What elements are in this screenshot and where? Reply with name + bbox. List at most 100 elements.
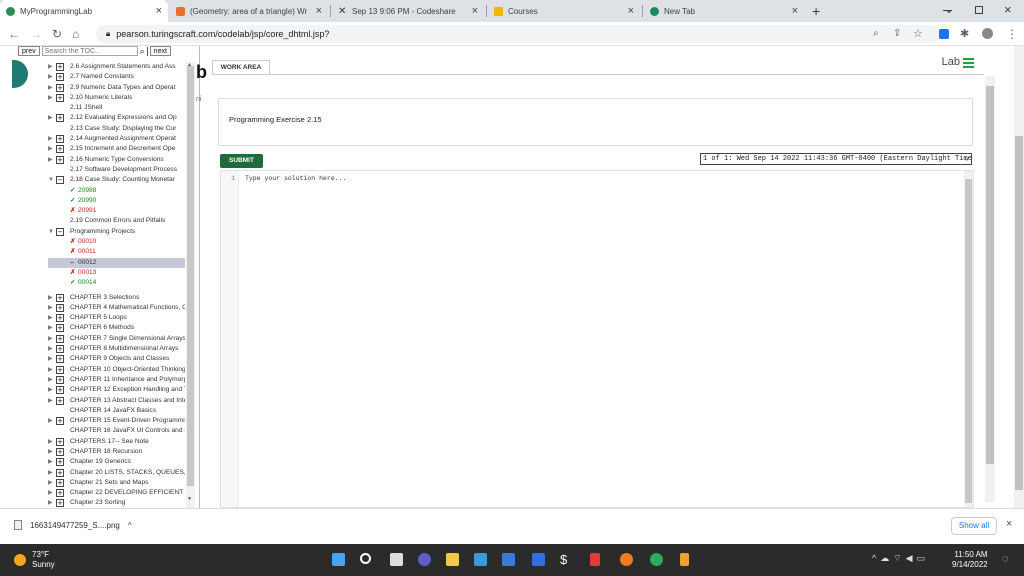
toc-item[interactable]: ▶ +2.16 Numeric Type Conversions [48, 155, 185, 165]
expand-arrow-icon[interactable]: ▶ [48, 113, 53, 123]
mail-icon[interactable] [502, 553, 515, 566]
expand-box-icon[interactable]: + [56, 437, 64, 446]
expand-arrow-icon[interactable]: ▶ [48, 344, 53, 354]
expand-box-icon[interactable]: + [56, 478, 64, 487]
expand-box-icon[interactable]: + [56, 375, 64, 384]
expand-arrow-icon[interactable]: ▶ [48, 323, 53, 333]
menu-dots-icon[interactable]: ⋮ [1006, 26, 1018, 42]
reload-icon[interactable]: ↻ [52, 26, 62, 42]
tab-codeshare[interactable]: ✕ Sep 13 9:06 PM - Codeshare × [332, 0, 484, 22]
toc-chapter[interactable]: ▶ + CHAPTER 15 Event-Driven Programming [48, 416, 185, 426]
toc-exercise[interactable]: ✗ 20991 [48, 206, 185, 216]
expand-box-icon[interactable]: + [56, 155, 64, 164]
share-icon[interactable]: ⇪ [893, 26, 901, 42]
expand-box-icon[interactable]: + [56, 293, 64, 302]
expand-box-icon[interactable]: + [56, 114, 64, 123]
toc-chapter[interactable]: ▶ + CHAPTER 9 Objects and Classes [48, 354, 185, 364]
expand-arrow-icon[interactable]: ▶ [48, 303, 53, 313]
expand-arrow-icon[interactable]: ▶ [48, 488, 53, 498]
toc-item[interactable]: ▶ +2.9 Numeric Data Types and Operat [48, 83, 185, 93]
zoom-icon[interactable]: ⌕ [873, 26, 879, 42]
forward-icon[interactable]: → [30, 26, 42, 42]
extension-icon[interactable] [939, 29, 949, 39]
toc-exercise[interactable]: ✓ 20990 [48, 196, 185, 206]
puzzle-icon[interactable]: ✱ [960, 26, 969, 42]
toc-exercise[interactable]: ✗ 00011 [48, 247, 185, 257]
start-icon[interactable] [332, 553, 345, 566]
close-tab-icon[interactable]: × [628, 5, 634, 17]
toc-chapter[interactable]: ▶ + CHAPTER 8 Multidimensional Arrays [48, 344, 185, 354]
tab-work-area[interactable]: WORK AREA [212, 60, 270, 74]
weather-widget[interactable]: 73°F Sunny [14, 550, 55, 570]
toc-chapter[interactable]: ▶ + Chapter 21 Sets and Maps [48, 478, 185, 488]
toc-search-input[interactable] [41, 46, 138, 56]
toc-chapter[interactable]: ▶ + CHAPTER 3 Selections [48, 293, 185, 303]
teams-icon[interactable] [418, 553, 431, 566]
minimize-glyph-icon[interactable] [943, 10, 952, 11]
scroll-up-icon[interactable]: ▲ [187, 62, 192, 68]
expand-box-icon[interactable]: + [56, 458, 64, 467]
expand-box-icon[interactable]: + [56, 314, 64, 323]
next-button[interactable]: next [149, 46, 171, 56]
editor-scrollbar-thumb[interactable] [965, 179, 972, 503]
expand-box-icon[interactable]: + [56, 324, 64, 333]
toc-item[interactable]: 2.13 Case Study: Displaying the Cur [48, 124, 185, 134]
toc-chapter[interactable]: ▶ + Chapter 20 LISTS, STACKS, QUEUES, A [48, 468, 185, 478]
toc-chapter[interactable]: ▶ + CHAPTER 6 Methods [48, 323, 185, 333]
close-tab-icon[interactable]: × [472, 5, 478, 17]
expand-box-icon[interactable]: + [56, 396, 64, 405]
hamburger-menu-icon[interactable] [963, 58, 974, 68]
toc-item[interactable]: ▶ +2.10 Numeric Literals [48, 93, 185, 103]
frame-scrollbar-thumb[interactable] [986, 86, 994, 464]
profile-avatar[interactable] [982, 28, 993, 39]
expand-box-icon[interactable]: + [56, 63, 64, 71]
close-tab-icon[interactable]: × [156, 5, 162, 17]
expand-arrow-icon[interactable]: ▶ [48, 134, 53, 144]
show-all-button[interactable]: Show all [951, 517, 997, 535]
toc-chapter[interactable]: ▶ + Chapter 22 DEVELOPING EFFICIENT A [48, 488, 185, 498]
address-bar[interactable]: 🔒︎ pearson.turingscraft.com/codelab/jsp/… [96, 25, 941, 43]
tab-search-icon[interactable]: ⌄ [944, 2, 954, 16]
expand-arrow-icon[interactable]: ▶ [48, 83, 53, 93]
code-editor[interactable]: 1 Type your solution here... [220, 170, 974, 508]
lock-icon[interactable]: 🔒︎ [106, 29, 110, 39]
toc-chapter[interactable]: ▶ + Chapter 19 Generics [48, 457, 185, 467]
chrome-icon[interactable] [650, 553, 663, 566]
expand-box-icon[interactable]: + [56, 468, 64, 477]
tab-courses[interactable]: Courses × [488, 0, 640, 22]
toc-exercise[interactable]: –00012 [48, 257, 185, 268]
toc-item[interactable]: ▶ +2.14 Augmented Assignment Operat [48, 134, 185, 144]
expand-arrow-icon[interactable]: ▶ [48, 416, 53, 426]
expand-arrow-icon[interactable]: ▶ [48, 365, 53, 375]
download-item[interactable]: 1663149477259_S....png ^ [14, 520, 132, 530]
toc-item[interactable]: CHAPTER 14 JavaFX Basics [48, 406, 185, 416]
maximize-icon[interactable] [975, 6, 983, 14]
notifications-icon[interactable]: ◌ [1002, 553, 1009, 565]
expand-arrow-icon[interactable]: ▶ [48, 62, 53, 72]
toc-chapter[interactable]: ▶ + CHAPTER 13 Abstract Classes and Inter [48, 396, 185, 406]
toc-item[interactable]: ▶ +2.15 Increment and Decrement Ope [48, 144, 185, 154]
expand-box-icon[interactable]: + [56, 135, 64, 144]
submit-button[interactable]: SUBMIT [220, 154, 263, 168]
search-icon[interactable] [360, 553, 371, 564]
expand-box-icon[interactable]: + [56, 365, 64, 374]
expand-arrow-icon[interactable]: ▶ [48, 478, 53, 488]
expand-box-icon[interactable]: + [56, 83, 64, 92]
toc-chapter[interactable]: ▶ + CHAPTERS 17-- See Note [48, 437, 185, 447]
toc-chapter[interactable]: ▶ + CHAPTER 10 Object-Oriented Thinking [48, 365, 185, 375]
expand-box-icon[interactable]: + [56, 355, 64, 364]
expand-arrow-icon[interactable]: ▶ [48, 457, 53, 467]
version-select[interactable]: 1 of 1: Wed Sep 14 2022 11:43:36 GMT-040… [700, 153, 972, 165]
app-icon[interactable] [680, 553, 689, 566]
scroll-down-icon[interactable]: ▼ [187, 496, 192, 502]
expand-box-icon[interactable]: + [56, 93, 64, 102]
chevron-up-icon[interactable]: ^ [128, 521, 132, 530]
expand-arrow-icon[interactable]: ▶ [48, 293, 53, 303]
expand-box-icon[interactable]: + [56, 73, 64, 82]
close-tab-icon[interactable]: × [316, 5, 322, 17]
toc-chapter[interactable]: ▶ + Chapter 23 Sorting [48, 498, 185, 508]
expand-arrow-icon[interactable]: ▶ [48, 447, 53, 457]
clock[interactable]: 11:50 AM 9/14/2022 [952, 550, 988, 570]
system-tray[interactable]: ^☁︎⌔◀︎▭ [872, 553, 929, 564]
toc-chapter[interactable]: ▶ + CHAPTER 4 Mathematical Functions, Ch [48, 303, 185, 313]
